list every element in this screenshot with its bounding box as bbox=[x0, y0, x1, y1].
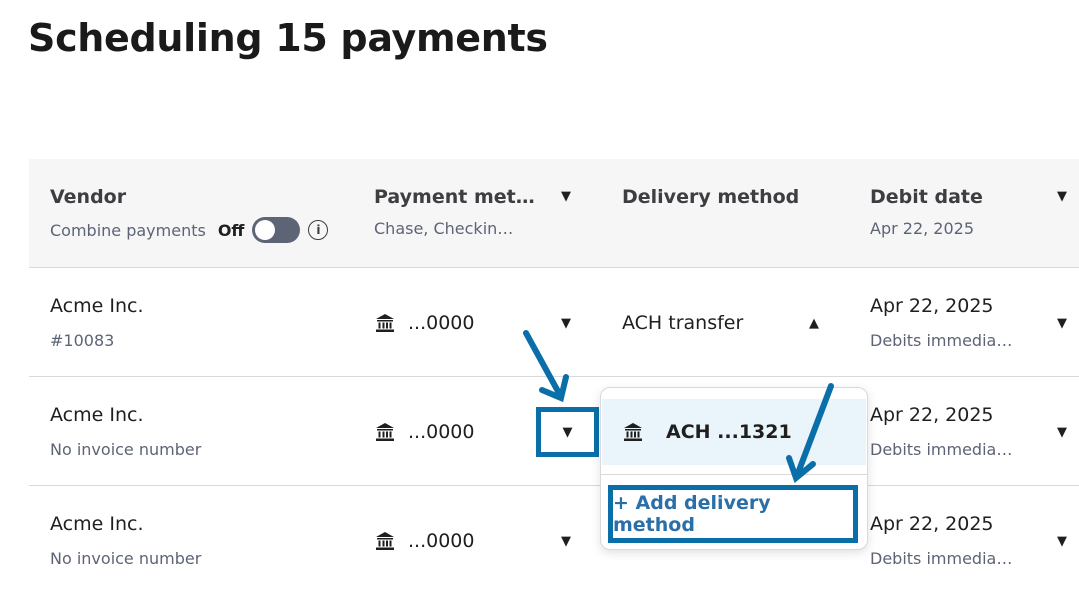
table-row: Acme Inc. #10083 ...0000 ▼ ACH transfer … bbox=[29, 268, 1079, 377]
payments-table: Vendor Combine payments Off i Payment me… bbox=[29, 159, 1079, 591]
column-header-debit-date[interactable]: Debit date bbox=[870, 186, 983, 208]
table-row: Acme Inc. No invoice number ...0000 ▼ Ap… bbox=[29, 486, 1079, 591]
payment-method-summary: Chase, Checkin… bbox=[374, 219, 514, 238]
toggle-knob bbox=[255, 220, 276, 240]
account-number: ...0000 bbox=[408, 530, 475, 552]
caret-down-icon[interactable]: ▼ bbox=[561, 534, 571, 549]
delivery-method-value[interactable]: ACH transfer bbox=[622, 312, 743, 334]
debit-date-note: Debits immedia… bbox=[870, 549, 1013, 568]
account-number: ...0000 bbox=[408, 421, 475, 443]
bank-icon bbox=[624, 423, 642, 441]
vendor-name: Acme Inc. bbox=[50, 513, 144, 535]
debit-date-summary: Apr 22, 2025 bbox=[870, 219, 975, 238]
combine-payments-toggle[interactable] bbox=[252, 217, 301, 243]
toggle-state-label: Off bbox=[217, 220, 245, 240]
combine-payments-label: Combine payments bbox=[50, 220, 206, 240]
invoice-number: No invoice number bbox=[50, 440, 202, 459]
caret-down-icon[interactable]: ▼ bbox=[1057, 425, 1067, 440]
caret-down-icon[interactable]: ▼ bbox=[1057, 189, 1067, 204]
caret-down-icon[interactable]: ▼ bbox=[561, 189, 571, 204]
caret-down-icon[interactable]: ▼ bbox=[1057, 534, 1067, 549]
debit-date[interactable]: Apr 22, 2025 bbox=[870, 295, 994, 317]
column-header-vendor: Vendor bbox=[50, 186, 127, 208]
invoice-number: No invoice number bbox=[50, 549, 202, 568]
combine-payments-control: Combine payments Off i bbox=[50, 217, 329, 243]
vendor-name: Acme Inc. bbox=[50, 404, 144, 426]
delivery-option-ach[interactable]: ACH ...1321 bbox=[602, 399, 866, 465]
vendor-name: Acme Inc. bbox=[50, 295, 144, 317]
debit-date[interactable]: Apr 22, 2025 bbox=[870, 513, 994, 535]
column-header-payment-method[interactable]: Payment met… bbox=[374, 186, 535, 208]
bank-icon bbox=[376, 314, 394, 332]
divider bbox=[601, 474, 867, 475]
caret-down-icon: ▼ bbox=[562, 424, 573, 440]
info-icon[interactable]: i bbox=[308, 220, 329, 240]
payment-account[interactable]: ...0000 bbox=[374, 530, 474, 552]
add-delivery-method-button[interactable]: + Add delivery method bbox=[608, 485, 858, 543]
debit-date-note: Debits immedia… bbox=[870, 331, 1013, 350]
account-number: ...0000 bbox=[408, 312, 475, 334]
invoice-number: #10083 bbox=[50, 331, 115, 350]
table-header: Vendor Combine payments Off i Payment me… bbox=[29, 159, 1079, 268]
payment-account[interactable]: ...0000 bbox=[374, 421, 474, 443]
debit-date[interactable]: Apr 22, 2025 bbox=[870, 404, 994, 426]
column-header-delivery-method: Delivery method bbox=[622, 186, 800, 208]
bank-icon bbox=[376, 532, 394, 550]
delivery-option-label: ACH ...1321 bbox=[666, 421, 792, 443]
caret-up-icon[interactable]: ▲ bbox=[809, 316, 819, 331]
caret-down-icon[interactable]: ▼ bbox=[561, 316, 571, 331]
bank-icon bbox=[376, 423, 394, 441]
caret-down-icon[interactable]: ▼ bbox=[1057, 316, 1067, 331]
delivery-method-dropdown-trigger[interactable]: ▼ bbox=[536, 407, 599, 457]
payment-account[interactable]: ...0000 bbox=[374, 312, 474, 334]
page-title: Scheduling 15 payments bbox=[28, 16, 548, 60]
debit-date-note: Debits immedia… bbox=[870, 440, 1013, 459]
page: Scheduling 15 payments Vendor Combine pa… bbox=[0, 0, 1079, 591]
